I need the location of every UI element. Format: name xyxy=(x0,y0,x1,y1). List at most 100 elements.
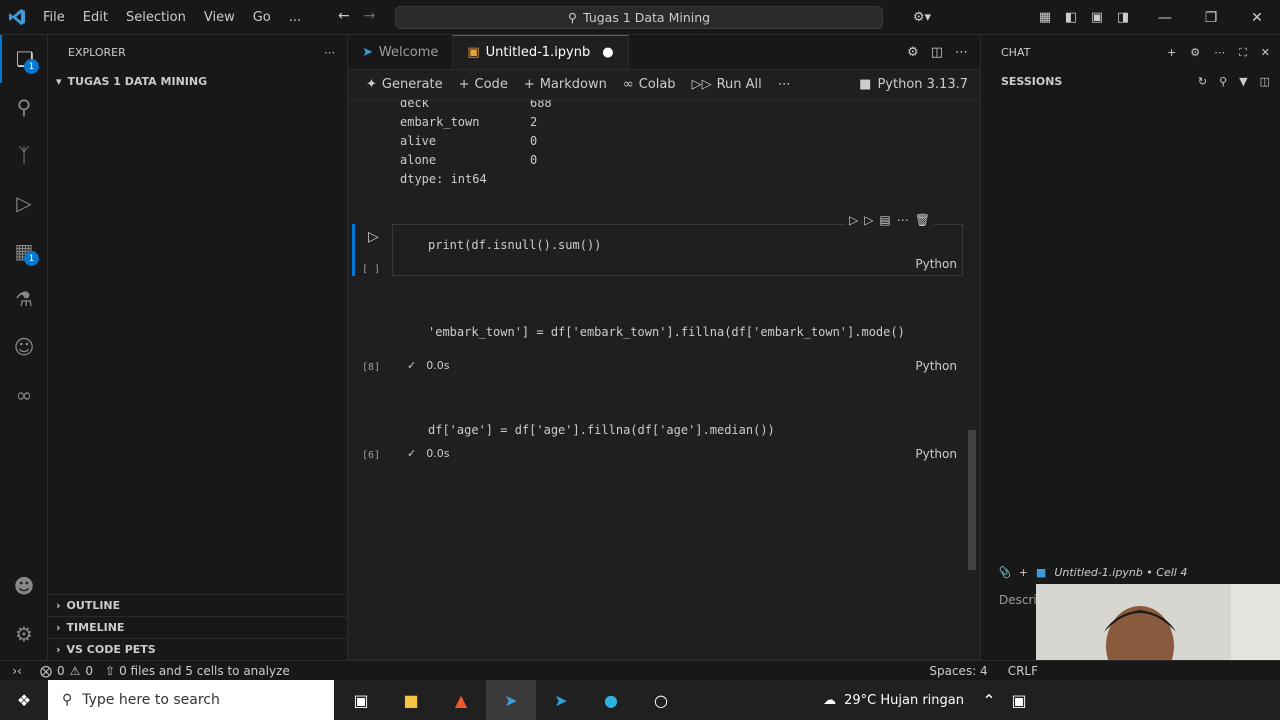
cell-more-icon[interactable]: ⋯ xyxy=(897,213,909,227)
run-below-icon[interactable]: ▷ xyxy=(849,213,858,227)
back-arrow-icon[interactable]: ← xyxy=(338,8,350,24)
chat-input[interactable]: Descri xyxy=(999,593,1037,607)
github-desktop-icon[interactable]: ○ xyxy=(636,680,686,720)
tab-welcome[interactable]: ➤ Welcome xyxy=(348,35,454,69)
weather-widget[interactable]: ☁ 29°C Hujan ringan xyxy=(823,693,974,708)
timeline-section[interactable]: › TIMELINE xyxy=(48,616,347,638)
run-above-icon[interactable]: ▷ xyxy=(864,213,873,227)
indentation-status[interactable]: Spaces: 4 xyxy=(919,664,997,678)
chat-panel: CHAT + ⚙ ⋯ ⛶ ✕ SESSIONS ↻ ⚲ ▼ ◫ 📎 + ■ Un… xyxy=(980,35,1280,660)
run-all-button[interactable]: ▷▷ Run All xyxy=(684,74,770,96)
more-actions-icon[interactable]: ⋯ xyxy=(324,46,335,59)
command-center-search[interactable]: ⚲ Tugas 1 Data Mining xyxy=(395,6,883,29)
close-icon[interactable]: ✕ xyxy=(1261,46,1270,60)
kernel-label: Python 3.13.7 xyxy=(877,77,968,92)
code-cell-selected[interactable]: ▷ ▷ ▤ ⋯ 🗑 print(df.isnull().sum()) Pytho… xyxy=(392,211,963,276)
kernel-picker[interactable]: ■ Python 3.13.7 xyxy=(859,77,980,92)
extensions-icon[interactable]: ▦ 1 xyxy=(0,227,48,275)
chat-more-icon[interactable]: ⋯ xyxy=(1214,46,1225,60)
toggle-secondary-sidebar-icon[interactable]: ◨ xyxy=(1110,0,1136,35)
analyze-status[interactable]: ⇧ 0 files and 5 cells to analyze xyxy=(99,664,296,678)
copilot-icon[interactable]: ⚙▾ xyxy=(902,0,942,35)
cell-code[interactable]: print(df.isnull().sum()) xyxy=(428,238,601,252)
brave-browser-icon[interactable]: ▲ xyxy=(436,680,486,720)
toggle-sidebar-icon[interactable]: ◫ xyxy=(1260,75,1270,88)
problems-indicator[interactable]: ⨂ 0 ⚠ 0 xyxy=(34,664,99,678)
settings-gear-icon[interactable]: ⚙ xyxy=(907,45,919,60)
vscode-pets-section[interactable]: › VS CODE PETS xyxy=(48,638,347,660)
warning-count: 0 xyxy=(85,663,94,678)
cell-duration: 0.0s xyxy=(426,447,450,460)
explorer-icon[interactable]: ❏ 1 xyxy=(0,35,48,83)
minimize-icon[interactable]: — xyxy=(1142,0,1188,35)
run-cell-icon[interactable]: ▷ xyxy=(368,229,379,245)
remote-icon[interactable]: ›‹ xyxy=(0,664,34,678)
new-chat-icon[interactable]: + xyxy=(1167,46,1176,60)
filter-icon[interactable]: ▼ xyxy=(1239,75,1247,88)
restore-icon[interactable]: ❐ xyxy=(1188,0,1234,35)
explorer-sidebar: EXPLORER ⋯ ▾ TUGAS 1 DATA MINING › OUTLI… xyxy=(48,35,348,660)
cell-code[interactable]: 'embark_town'] = df['embark_town'].filln… xyxy=(428,325,905,339)
menu-file[interactable]: File xyxy=(34,10,74,25)
folder-section[interactable]: ▾ TUGAS 1 DATA MINING xyxy=(48,70,347,92)
cell-duration: 0.0s xyxy=(426,359,450,372)
menu-more[interactable]: ... xyxy=(280,10,310,25)
chat-context-attachment[interactable]: 📎 + ■ Untitled-1.ipynb • Cell 4 xyxy=(997,562,1267,582)
search-icon[interactable]: ⚲ xyxy=(0,83,48,131)
more-actions-icon[interactable]: ⋯ xyxy=(955,45,968,60)
notebook-editor: ➤ Welcome ▣ Untitled-1.ipynb ● ⚙ ◫ ⋯ ✦ Ge… xyxy=(348,35,980,660)
status-bar: ›‹ ⨂ 0 ⚠ 0 ⇧ 0 files and 5 cells to analyz… xyxy=(0,660,1280,680)
delete-cell-icon[interactable]: 🗑 xyxy=(915,213,930,227)
maximize-icon[interactable]: ⛶ xyxy=(1239,46,1247,60)
cell-language[interactable]: Python xyxy=(915,447,957,461)
split-editor-icon[interactable]: ◫ xyxy=(931,45,943,60)
edge-icon[interactable]: ● xyxy=(586,680,636,720)
live-share-icon[interactable]: ∞ xyxy=(0,371,48,419)
layout-customize-icon[interactable]: ▦ xyxy=(1032,0,1058,35)
tab-label: Welcome xyxy=(378,44,439,60)
close-icon[interactable]: ✕ xyxy=(1234,0,1280,35)
tray-app-icon[interactable]: ▣ xyxy=(1004,680,1034,720)
toolbar-more-button[interactable]: ⋯ xyxy=(770,74,799,96)
forward-arrow-icon[interactable]: → xyxy=(364,8,376,24)
manage-gear-icon[interactable]: ⚙ xyxy=(0,610,48,658)
vscode-taskbar-icon[interactable]: ➤ xyxy=(486,680,536,720)
chat-settings-icon[interactable]: ⚙ xyxy=(1190,46,1200,60)
toggle-primary-sidebar-icon[interactable]: ◧ xyxy=(1058,0,1084,35)
file-explorer-icon[interactable]: ■ xyxy=(386,680,436,720)
add-markdown-button[interactable]: + Markdown xyxy=(516,74,615,96)
outline-section[interactable]: › OUTLINE xyxy=(48,594,347,616)
telegram-icon[interactable]: ➤ xyxy=(536,680,586,720)
accounts-icon[interactable]: ☻ xyxy=(0,562,48,610)
unsaved-dot-icon[interactable]: ● xyxy=(602,45,613,60)
menu-go[interactable]: Go xyxy=(244,10,280,25)
cell-language[interactable]: Python xyxy=(915,257,957,271)
menu-edit[interactable]: Edit xyxy=(74,10,117,25)
tab-untitled-notebook[interactable]: ▣ Untitled-1.ipynb ● xyxy=(453,35,629,69)
taskbar-search[interactable]: ⚲ Type here to search xyxy=(48,680,334,720)
editor-scrollbar[interactable] xyxy=(968,430,976,570)
menu-selection[interactable]: Selection xyxy=(117,10,195,25)
generate-button[interactable]: ✦ Generate xyxy=(358,74,451,96)
cell-code[interactable]: df['age'] = df['age'].fillna(df['age'].m… xyxy=(428,423,775,437)
split-cell-icon[interactable]: ▤ xyxy=(879,213,890,227)
testing-icon[interactable]: ⚗ xyxy=(0,275,48,323)
colab-button[interactable]: ∞ Colab xyxy=(615,74,684,96)
refresh-icon[interactable]: ↻ xyxy=(1198,75,1207,88)
colab-label: Colab xyxy=(638,77,676,92)
toggle-panel-icon[interactable]: ▣ xyxy=(1084,0,1110,35)
search-icon[interactable]: ⚲ xyxy=(1219,75,1227,88)
github-copilot-icon[interactable]: ☺ xyxy=(0,323,48,371)
eol-status[interactable]: CRLF xyxy=(998,664,1048,678)
add-code-button[interactable]: + Code xyxy=(451,74,516,96)
code-cell[interactable]: df['age'] = df['age'].fillna(df['age'].m… xyxy=(392,410,963,465)
tray-chevron-icon[interactable]: ⌃ xyxy=(974,680,1004,720)
menu-view[interactable]: View xyxy=(195,10,244,25)
run-debug-icon[interactable]: ▷ xyxy=(0,179,48,227)
chevron-right-icon: › xyxy=(56,643,61,656)
code-cell[interactable]: 'embark_town'] = df['embark_town'].filln… xyxy=(392,312,963,373)
source-control-icon[interactable]: ᛉ xyxy=(0,131,48,179)
cell-language[interactable]: Python xyxy=(915,359,957,373)
task-view-icon[interactable]: ▣ xyxy=(336,680,386,720)
windows-start-icon[interactable]: ❖ xyxy=(0,680,48,720)
